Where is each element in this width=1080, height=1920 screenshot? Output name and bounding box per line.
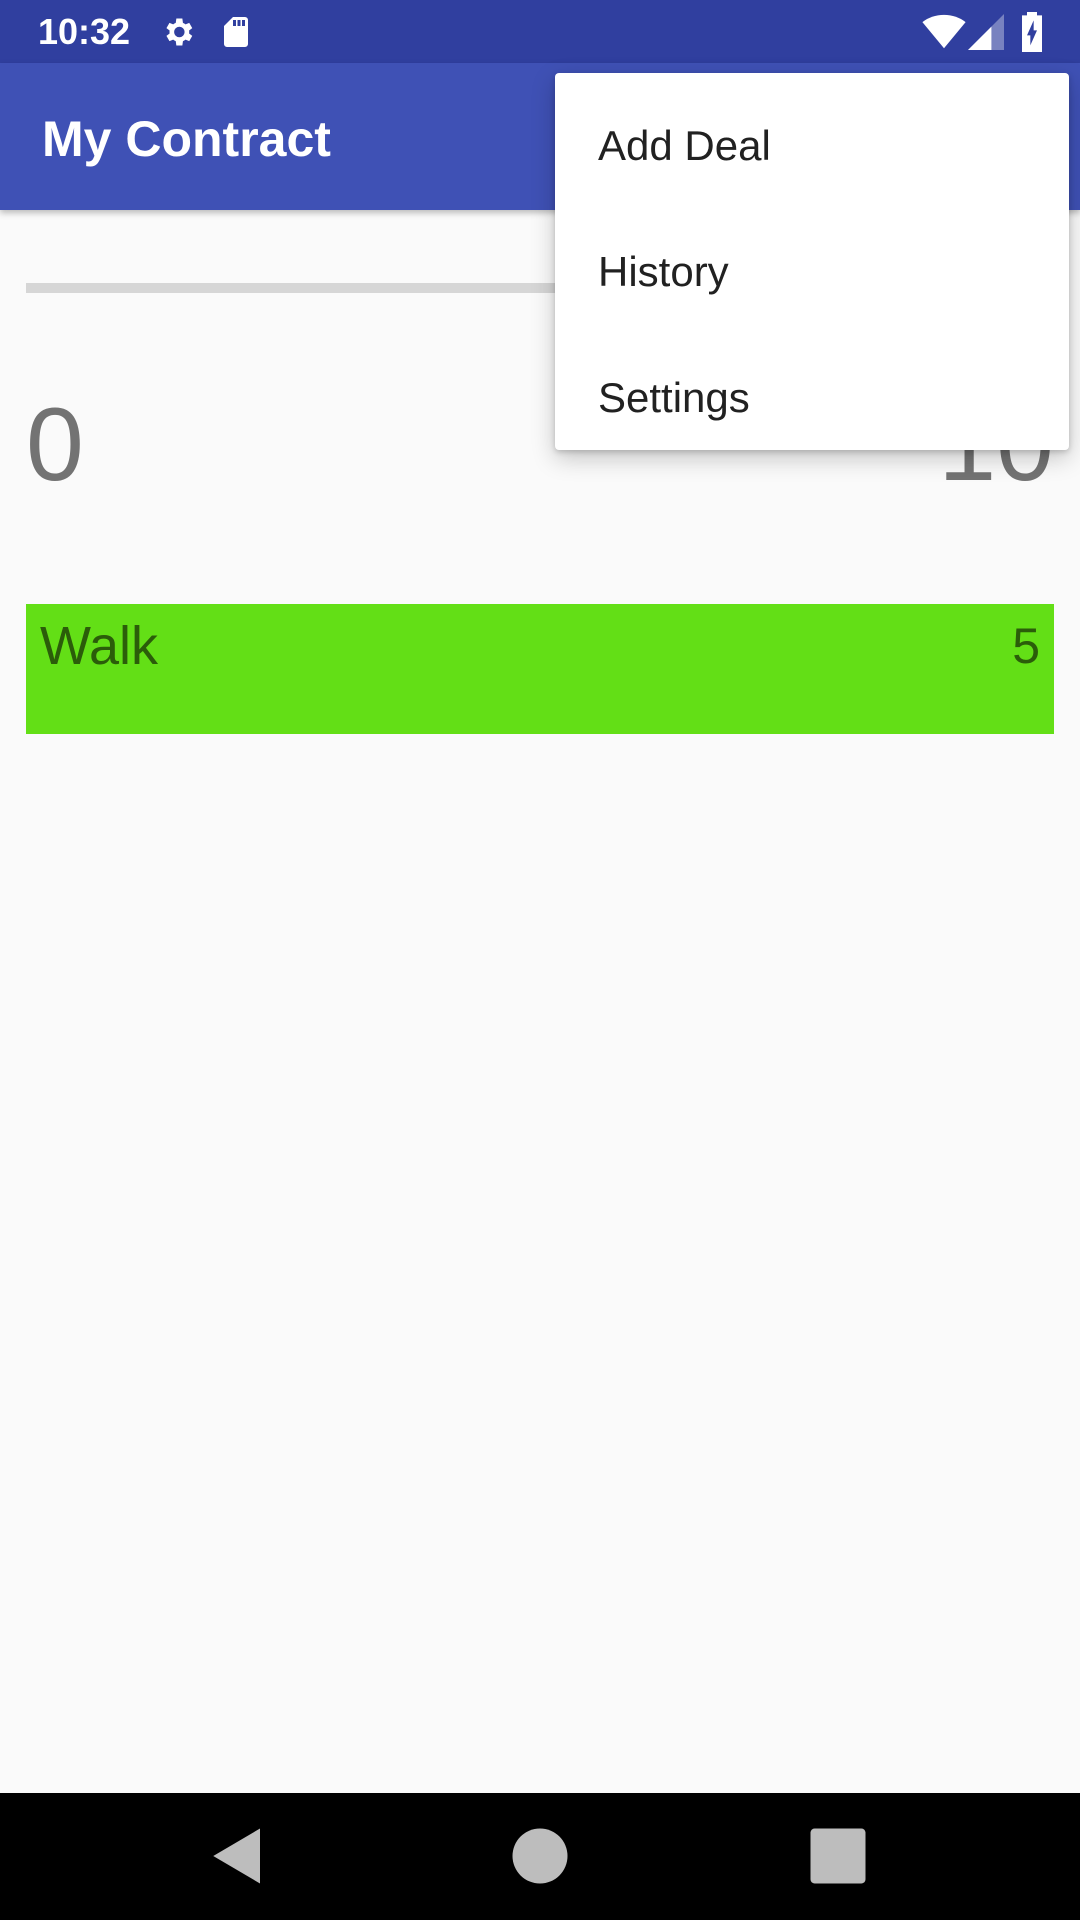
cell-signal-icon [968, 14, 1004, 50]
deal-count: 5 [1012, 618, 1040, 674]
navigation-bar [0, 1793, 1080, 1920]
progress-min-label: 0 [26, 387, 84, 503]
settings-icon [166, 18, 193, 46]
status-bar: 10:32 [0, 0, 1080, 63]
menu-item-label: Settings [598, 374, 750, 421]
menu-item-label: Add Deal [598, 122, 771, 169]
overflow-menu: Add Deal History Settings [555, 73, 1069, 450]
back-icon[interactable] [205, 1823, 271, 1889]
battery-charging-icon [1022, 12, 1042, 52]
recents-icon[interactable] [805, 1823, 871, 1889]
screen: 10:32 My Contract 0 10 Walk 5 A [0, 0, 1080, 1920]
menu-item-history[interactable]: History [555, 209, 1069, 335]
status-time: 10:32 [38, 11, 131, 52]
wifi-icon [922, 14, 966, 49]
deal-name: Walk [40, 616, 158, 676]
deal-card-walk[interactable]: Walk 5 [26, 604, 1054, 734]
sd-card-icon [224, 17, 248, 47]
menu-item-add-deal[interactable]: Add Deal [555, 83, 1069, 209]
menu-item-label: History [598, 248, 729, 295]
app-title: My Contract [42, 111, 331, 167]
home-icon[interactable] [507, 1823, 573, 1889]
menu-item-settings[interactable]: Settings [555, 335, 1069, 461]
